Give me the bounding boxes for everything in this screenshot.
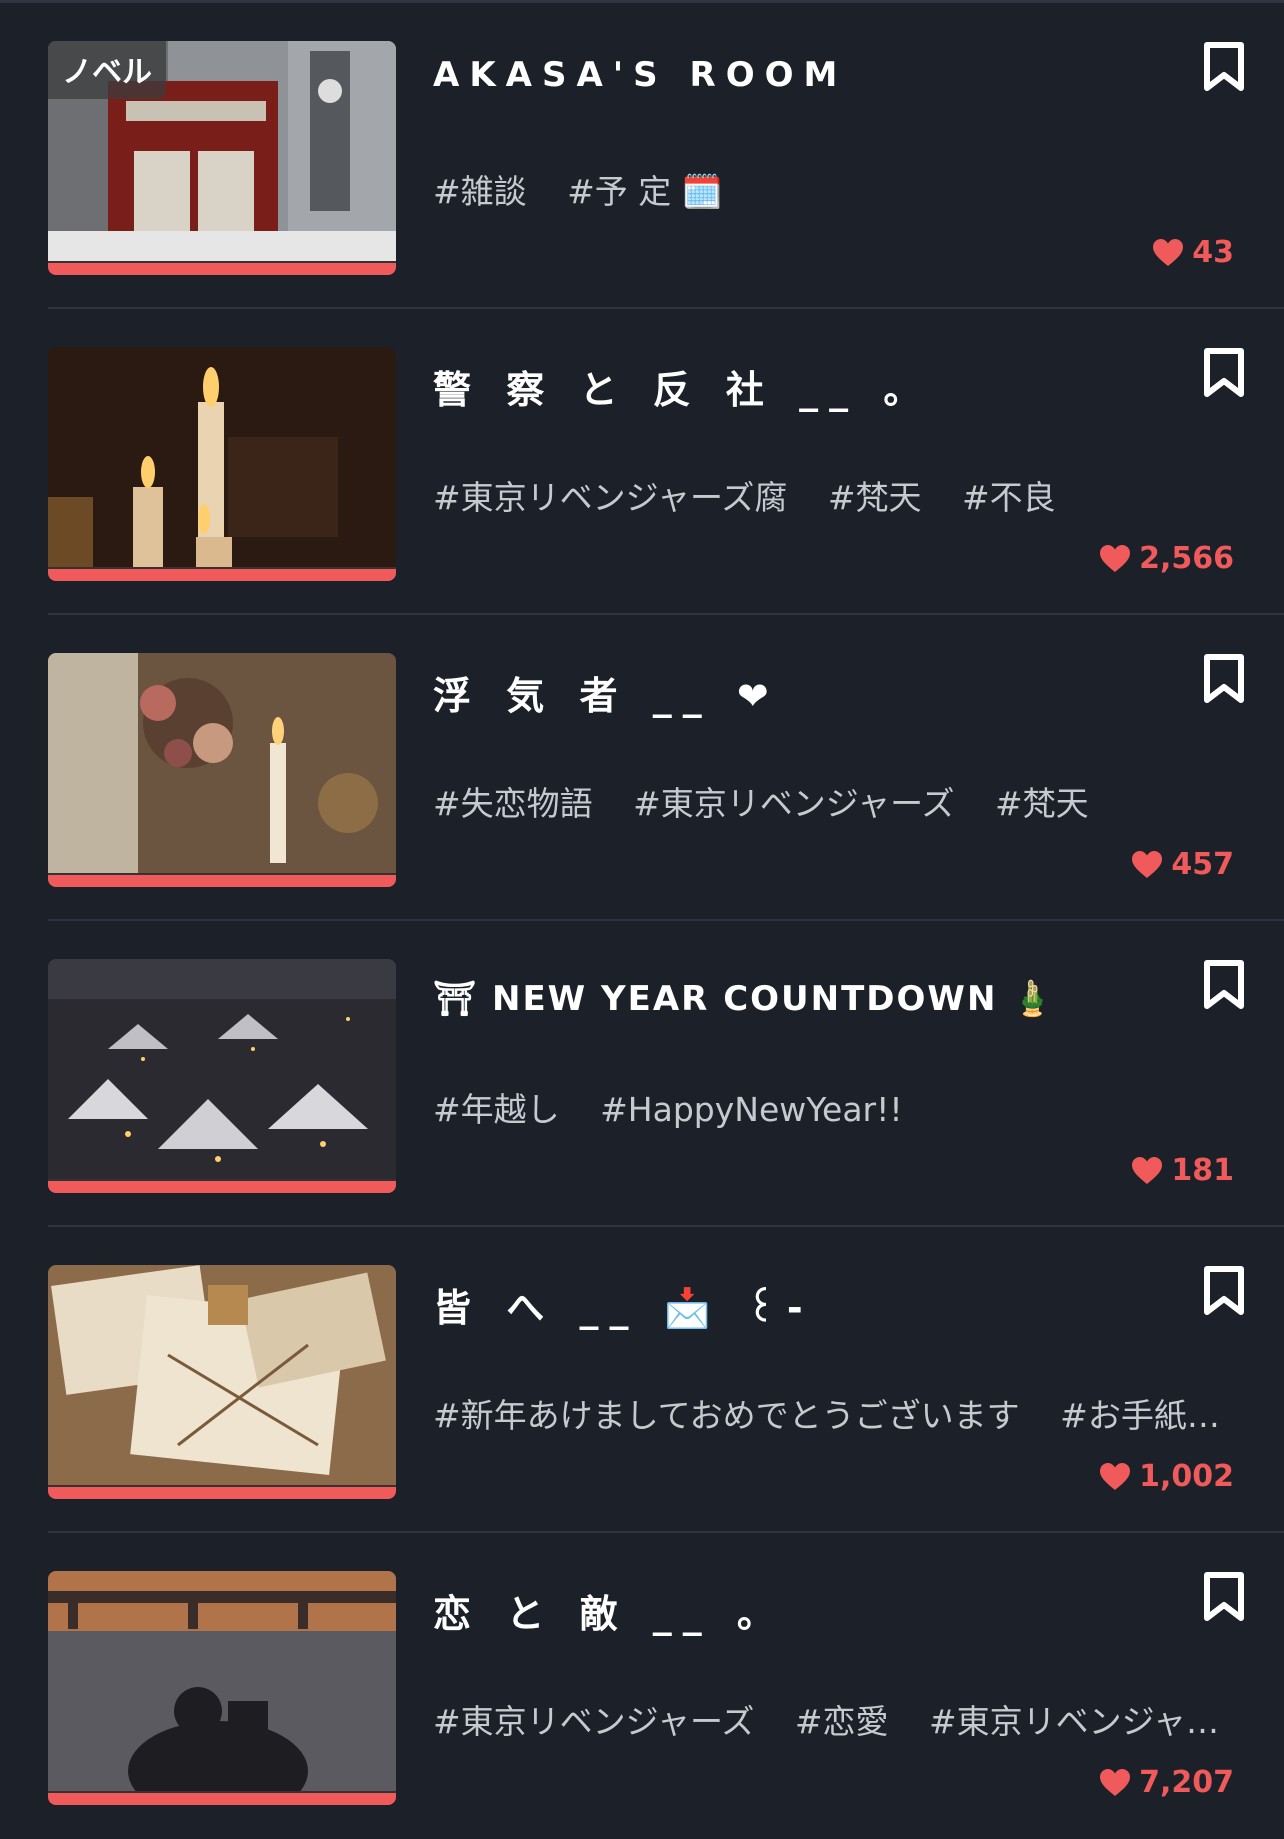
story-title[interactable]: 恋 と 敵 __ 。 bbox=[433, 1583, 786, 1638]
thumbnail-progress-bar bbox=[48, 1793, 396, 1805]
heart-icon bbox=[1100, 544, 1131, 572]
thumbnail-progress-bar bbox=[48, 875, 396, 887]
tag-list: #年越し #HappyNewYear!! bbox=[433, 1083, 1233, 1131]
bookmark-icon[interactable] bbox=[1202, 653, 1246, 705]
tag-list: #東京リベンジャーズ腐 #梵天 #不良 bbox=[433, 471, 1233, 519]
bookmark-icon[interactable] bbox=[1202, 959, 1246, 1011]
tag[interactable]: #予 定 🗓️ bbox=[567, 172, 723, 211]
tag-list: #雑談 #予 定 🗓️ bbox=[433, 165, 1233, 213]
story-thumbnail[interactable] bbox=[48, 1571, 396, 1805]
tag-list: #失恋物語 #東京リベンジャーズ #梵天 bbox=[433, 777, 1233, 825]
like-count: 1,002 bbox=[1099, 1459, 1234, 1494]
story-thumbnail[interactable]: ノベル bbox=[48, 41, 396, 275]
tag[interactable]: #雑談 bbox=[433, 172, 527, 211]
story-item[interactable]: 恋 と 敵 __ 。 #東京リベンジャーズ #恋愛 #東京リベンジャ… 7,20… bbox=[0, 1533, 1284, 1839]
bookmark-icon[interactable] bbox=[1202, 347, 1246, 399]
like-count: 2,566 bbox=[1099, 541, 1234, 576]
tag[interactable]: #梵天 bbox=[828, 478, 922, 517]
tag[interactable]: #東京リベンジャーズ腐 bbox=[433, 478, 787, 517]
candles-image bbox=[48, 347, 396, 567]
like-count: 181 bbox=[1131, 1153, 1234, 1188]
story-title[interactable]: AKASA'S ROOM bbox=[433, 55, 847, 95]
like-count: 43 bbox=[1152, 235, 1234, 270]
story-title[interactable]: 皆 へ __ 📩 ꒰- bbox=[433, 1277, 814, 1332]
tag[interactable]: #東京リベンジャーズ bbox=[633, 784, 954, 823]
bookmark-icon[interactable] bbox=[1202, 1265, 1246, 1317]
tag[interactable]: #お手紙💌 bbox=[1060, 1396, 1228, 1435]
books-letters-image bbox=[48, 1265, 396, 1485]
tag[interactable]: #東京リベンジャ… bbox=[929, 1702, 1219, 1741]
tag[interactable]: #新年あけましておめでとうございます bbox=[433, 1396, 1020, 1435]
tag[interactable]: #恋愛 bbox=[795, 1702, 889, 1741]
tag[interactable]: #HappyNewYear!! bbox=[600, 1090, 902, 1129]
like-count-value: 457 bbox=[1171, 847, 1234, 882]
story-list: ノベル AKASA'S ROOM #雑談 #予 定 🗓️ 43 警 察 と 反 … bbox=[0, 0, 1284, 1838]
tag-list: #新年あけましておめでとうございます #お手紙💌 bbox=[433, 1389, 1233, 1437]
story-thumbnail[interactable] bbox=[48, 653, 396, 887]
heart-icon bbox=[1100, 1768, 1131, 1796]
tag[interactable]: #不良 bbox=[962, 478, 1056, 517]
story-thumbnail[interactable] bbox=[48, 1265, 396, 1499]
heart-icon bbox=[1132, 850, 1163, 878]
like-count-value: 7,207 bbox=[1139, 1765, 1234, 1800]
story-item[interactable]: ⛩ NEW YEAR COUNTDOWN 🎍 #年越し #HappyNewYea… bbox=[0, 921, 1284, 1227]
bookmark-icon[interactable] bbox=[1202, 41, 1246, 93]
story-title[interactable]: 警 察 と 反 社 __ 。 bbox=[433, 359, 932, 414]
sunset-pier-image bbox=[48, 1571, 396, 1791]
heart-icon bbox=[1132, 1156, 1163, 1184]
flowers-candle-image bbox=[48, 653, 396, 873]
tag-list: #東京リベンジャーズ #恋愛 #東京リベンジャ… bbox=[433, 1695, 1233, 1743]
heart-icon bbox=[1100, 1462, 1131, 1490]
story-title[interactable]: ⛩ NEW YEAR COUNTDOWN 🎍 bbox=[433, 979, 1056, 1019]
tag[interactable]: #年越し bbox=[433, 1090, 560, 1129]
snow-village-image bbox=[48, 959, 396, 1179]
like-count-value: 181 bbox=[1171, 1153, 1234, 1188]
story-title[interactable]: 浮 気 者 __ ❤ bbox=[433, 665, 780, 720]
like-count-value: 43 bbox=[1192, 235, 1234, 270]
story-item[interactable]: ノベル AKASA'S ROOM #雑談 #予 定 🗓️ 43 bbox=[0, 3, 1284, 309]
like-count-value: 1,002 bbox=[1139, 1459, 1234, 1494]
category-badge: ノベル bbox=[48, 41, 166, 99]
thumbnail-progress-bar bbox=[48, 1181, 396, 1193]
story-item[interactable]: 皆 へ __ 📩 ꒰- #新年あけましておめでとうございます #お手紙💌 1,0… bbox=[0, 1227, 1284, 1533]
heart-icon bbox=[1153, 238, 1184, 266]
like-count: 457 bbox=[1131, 847, 1234, 882]
story-thumbnail[interactable] bbox=[48, 347, 396, 581]
tag[interactable]: #東京リベンジャーズ bbox=[433, 1702, 754, 1741]
thumbnail-progress-bar bbox=[48, 1487, 396, 1499]
like-count-value: 2,566 bbox=[1139, 541, 1234, 576]
story-item[interactable]: 警 察 と 反 社 __ 。 #東京リベンジャーズ腐 #梵天 #不良 2,566 bbox=[0, 309, 1284, 615]
bookmark-icon[interactable] bbox=[1202, 1571, 1246, 1623]
story-thumbnail[interactable] bbox=[48, 959, 396, 1193]
tag[interactable]: #失恋物語 bbox=[433, 784, 593, 823]
like-count: 7,207 bbox=[1099, 1765, 1234, 1800]
tag[interactable]: #梵天 bbox=[995, 784, 1089, 823]
thumbnail-progress-bar bbox=[48, 569, 396, 581]
thumbnail-progress-bar bbox=[48, 263, 396, 275]
story-item[interactable]: 浮 気 者 __ ❤ #失恋物語 #東京リベンジャーズ #梵天 457 bbox=[0, 615, 1284, 921]
